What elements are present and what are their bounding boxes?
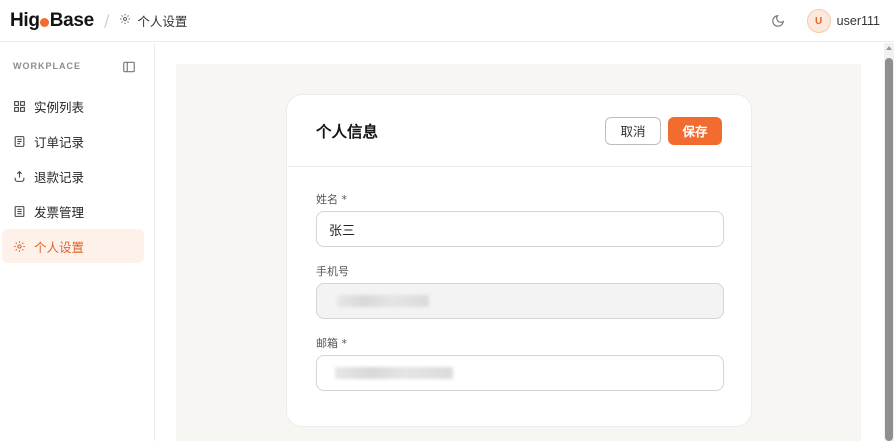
theme-toggle-moon-icon[interactable] <box>769 12 787 30</box>
phone-label: 手机号 <box>316 265 349 278</box>
logo-suffix: Base <box>49 9 95 31</box>
sidebar-item-label: 发票管理 <box>34 204 85 220</box>
sidebar-item-orders[interactable]: 订单记录 <box>2 124 144 158</box>
sidebar-item-invoices[interactable]: 发票管理 <box>2 194 144 228</box>
sidebar-section-label: WORKPLACE <box>13 61 81 71</box>
logo-prefix: Hig <box>10 9 40 31</box>
save-button[interactable]: 保存 <box>668 116 722 145</box>
sidebar-item-settings[interactable]: 个人设置 <box>2 229 144 263</box>
avatar: U <box>806 9 831 33</box>
top-header: Hig Base / 个人设置 U user111 <box>0 0 894 42</box>
email-value-redacted <box>335 367 453 379</box>
email-label: 邮箱 * <box>316 337 347 350</box>
logo-dot <box>40 18 50 27</box>
refund-icon <box>12 169 26 183</box>
user-menu[interactable]: U user111 <box>806 9 880 33</box>
gear-icon <box>119 13 131 28</box>
sidebar-item-label: 个人设置 <box>34 239 85 255</box>
sidebar: WORKPLACE 实例列表 订单记录 退款记录 发票管理 个人设置 <box>0 43 155 441</box>
name-value: 张三 <box>329 223 356 239</box>
document-icon <box>12 134 26 148</box>
email-input[interactable] <box>316 355 724 391</box>
sidebar-item-label: 订单记录 <box>34 134 85 150</box>
phone-value-redacted <box>337 295 429 307</box>
invoice-icon <box>12 204 26 218</box>
name-label: 姓名 * <box>316 193 347 206</box>
username: user111 <box>836 14 880 28</box>
name-input[interactable]: 张三 <box>316 211 724 247</box>
breadcrumb: 个人设置 <box>119 11 187 30</box>
profile-card: 个人信息 取消 保存 姓名 * 张三 手机号 邮箱 * <box>286 94 752 427</box>
logo[interactable]: Hig Base <box>10 10 94 32</box>
sidebar-item-refunds[interactable]: 退款记录 <box>2 159 144 193</box>
cancel-button[interactable]: 取消 <box>605 116 661 145</box>
breadcrumb-current: 个人设置 <box>137 14 188 29</box>
gear-icon <box>12 239 26 253</box>
sidebar-item-label: 实例列表 <box>34 99 85 115</box>
sidebar-collapse-icon[interactable] <box>122 59 136 73</box>
scroll-up-arrow-icon[interactable] <box>886 46 892 50</box>
scrollbar-thumb[interactable] <box>885 58 893 441</box>
sidebar-item-label: 退款记录 <box>34 169 85 185</box>
grid-icon <box>12 99 26 113</box>
phone-input <box>316 283 724 319</box>
card-title: 个人信息 <box>316 122 379 141</box>
sidebar-item-instances[interactable]: 实例列表 <box>2 89 144 123</box>
breadcrumb-separator: / <box>103 11 110 30</box>
